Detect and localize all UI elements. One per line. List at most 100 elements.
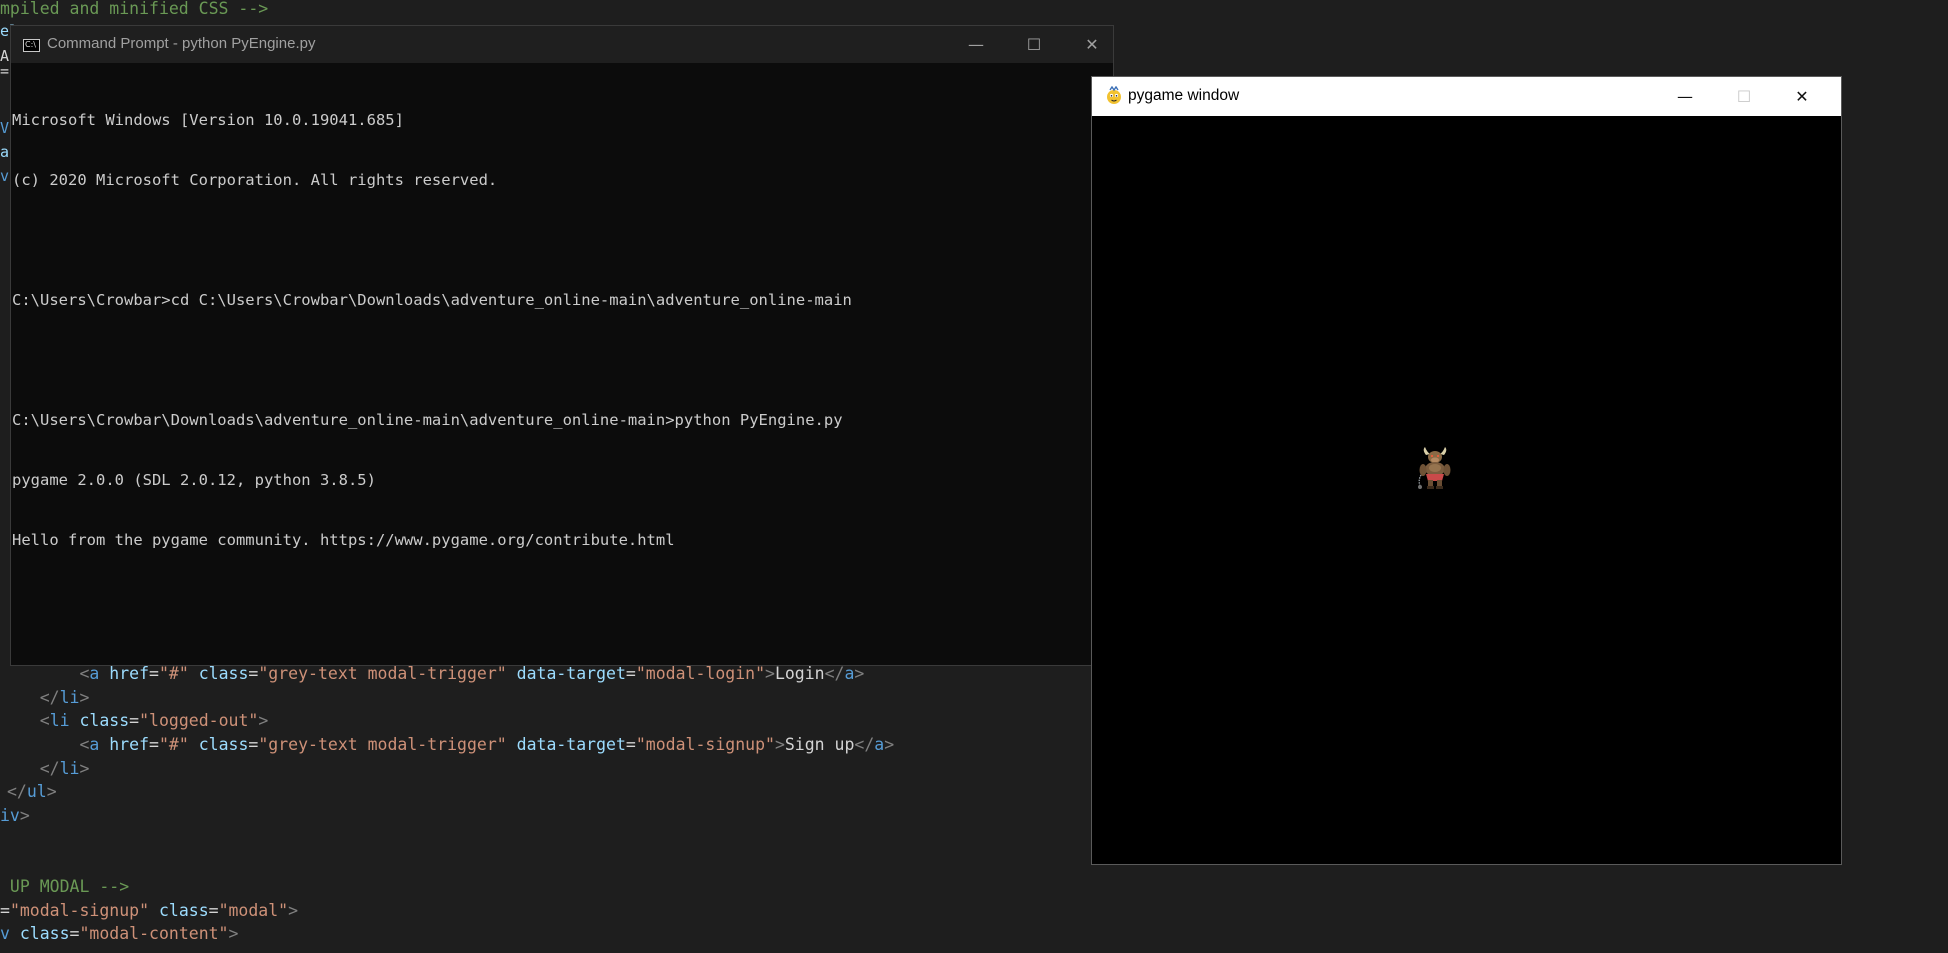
code-token: < bbox=[79, 664, 90, 683]
code-line-div-close: iv> bbox=[0, 804, 30, 827]
code-token: iv bbox=[0, 806, 20, 825]
pygame-window-title: pygame window bbox=[1128, 87, 1240, 104]
console-line: (c) 2020 Microsoft Corporation. All righ… bbox=[12, 171, 498, 189]
code-token: class bbox=[79, 711, 130, 730]
code-token: mpiled and minified CSS --> bbox=[0, 0, 269, 18]
code-fragment: = bbox=[0, 62, 10, 80]
code-token: a bbox=[844, 664, 855, 683]
code-token: = bbox=[208, 901, 219, 920]
code-token: = bbox=[149, 735, 159, 754]
console-line: pygame 2.0.0 (SDL 2.0.12, python 3.8.5) bbox=[12, 471, 376, 489]
code-token: ul bbox=[26, 782, 47, 801]
cmd-titlebar[interactable]: C:\ Command Prompt - python PyEngine.py … bbox=[11, 26, 1113, 63]
pygame-game-canvas[interactable] bbox=[1092, 116, 1841, 864]
code-token: data-target bbox=[516, 735, 626, 754]
code-token: "modal" bbox=[218, 901, 289, 920]
minotaur-sprite bbox=[1418, 447, 1451, 489]
code-token: = bbox=[625, 735, 636, 754]
code-token: "modal-content" bbox=[79, 924, 229, 943]
code-token: class bbox=[198, 664, 249, 683]
code-token: > bbox=[79, 759, 90, 778]
code-token: = bbox=[248, 735, 259, 754]
pygame-titlebar[interactable]: pygame window — ☐ ✕ bbox=[1092, 77, 1841, 116]
code-token: Login bbox=[774, 664, 825, 683]
code-token: class bbox=[19, 924, 70, 943]
code-token: a bbox=[89, 664, 100, 683]
code-line-css-comment: mpiled and minified CSS --> bbox=[0, 0, 268, 20]
pygame-maximize-button: ☐ bbox=[1736, 87, 1752, 106]
code-token: href bbox=[109, 664, 150, 683]
console-line: ​ bbox=[12, 230, 1114, 250]
code-token: > bbox=[258, 711, 269, 730]
code-token: < bbox=[39, 711, 50, 730]
command-prompt-window[interactable]: C:\ Command Prompt - python PyEngine.py … bbox=[10, 25, 1114, 666]
code-token: > bbox=[19, 806, 30, 825]
code-line-signup-link: <a href="#" class="grey-text modal-trigg… bbox=[0, 733, 894, 756]
pygame-close-button[interactable]: ✕ bbox=[1773, 77, 1831, 116]
code-token: a bbox=[874, 735, 885, 754]
code-token: "#" bbox=[158, 735, 189, 754]
code-token: > bbox=[774, 735, 785, 754]
code-token: li bbox=[59, 688, 80, 707]
code-token: </ bbox=[854, 735, 875, 754]
console-line: ​ bbox=[12, 350, 1114, 370]
cmd-close-button[interactable]: ✕ bbox=[1063, 26, 1121, 63]
code-token: li bbox=[59, 759, 80, 778]
code-fragment: v bbox=[0, 167, 10, 185]
code-token: < bbox=[79, 735, 90, 754]
code-token: > bbox=[46, 782, 57, 801]
pygame-window[interactable]: pygame window — ☐ ✕ bbox=[1091, 76, 1842, 865]
pygame-snake-icon bbox=[1107, 86, 1121, 104]
cmd-app-icon: C:\ bbox=[23, 39, 40, 52]
code-token: > bbox=[854, 664, 865, 683]
code-token: href bbox=[109, 735, 150, 754]
code-token: "grey-text modal-trigger" bbox=[258, 664, 507, 683]
code-line-modal-div: ="modal-signup" class="modal"> bbox=[0, 899, 298, 922]
code-token: "modal-signup" bbox=[9, 901, 150, 920]
cmd-minimize-button[interactable]: — bbox=[947, 26, 1005, 63]
code-token: a bbox=[89, 735, 100, 754]
code-token: </ bbox=[7, 782, 27, 801]
code-token: "#" bbox=[158, 664, 189, 683]
code-line-li-close: </li> bbox=[0, 757, 90, 780]
code-token: = bbox=[248, 664, 259, 683]
console-line: C:\Users\Crowbar\Downloads\adventure_onl… bbox=[12, 411, 843, 429]
code-token: "modal-signup" bbox=[635, 735, 775, 754]
code-token: = bbox=[625, 664, 636, 683]
code-token: > bbox=[228, 924, 239, 943]
code-line-li-close: </li> bbox=[0, 686, 90, 709]
console-line: C:\Users\Crowbar>cd C:\Users\Crowbar\Dow… bbox=[12, 291, 852, 309]
code-token: = bbox=[129, 711, 140, 730]
code-token: "logged-out" bbox=[139, 711, 259, 730]
code-token: = bbox=[149, 664, 159, 683]
cmd-maximize-button[interactable]: ☐ bbox=[1005, 26, 1063, 63]
code-token: = bbox=[0, 901, 10, 920]
code-token: "modal-login" bbox=[635, 664, 765, 683]
code-token: Sign up bbox=[784, 735, 855, 754]
pygame-minimize-button[interactable]: — bbox=[1656, 77, 1714, 116]
code-token: > bbox=[288, 901, 299, 920]
code-line-signup-modal-comment: UP MODAL --> bbox=[0, 875, 129, 898]
code-token: </ bbox=[39, 688, 60, 707]
cmd-console-output[interactable]: Microsoft Windows [Version 10.0.19041.68… bbox=[11, 70, 1114, 590]
code-token: > bbox=[884, 735, 895, 754]
code-line-li-logged-out: <li class="logged-out"> bbox=[0, 709, 269, 732]
code-token: data-target bbox=[516, 664, 626, 683]
code-token: li bbox=[49, 711, 70, 730]
code-token: </ bbox=[824, 664, 845, 683]
code-line-modal-content: v class="modal-content"> bbox=[0, 922, 238, 945]
code-token: "grey-text modal-trigger" bbox=[258, 735, 507, 754]
code-token: class bbox=[158, 901, 209, 920]
code-token: v bbox=[0, 924, 10, 943]
code-token: > bbox=[765, 664, 775, 683]
console-line: Microsoft Windows [Version 10.0.19041.68… bbox=[12, 111, 404, 129]
cmd-window-title: Command Prompt - python PyEngine.py bbox=[47, 35, 316, 52]
